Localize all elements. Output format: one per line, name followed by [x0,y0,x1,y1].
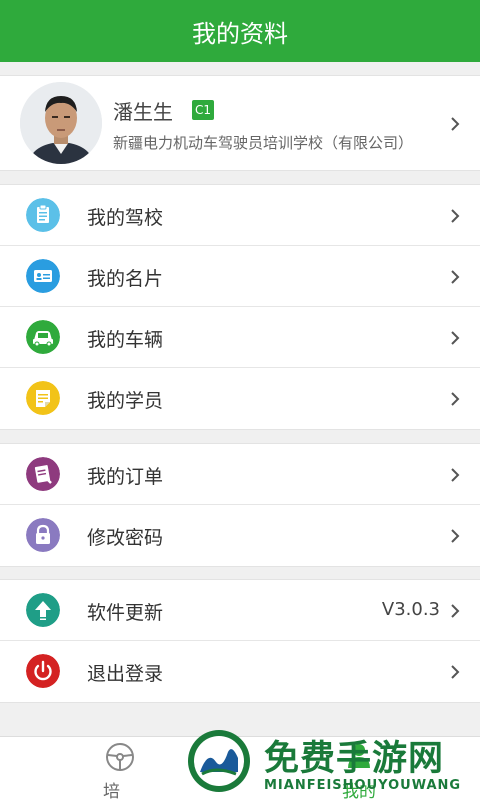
menu-item-label: 我的车辆 [87,329,164,351]
steering-wheel-icon [106,743,134,771]
menu-item-change-password[interactable]: 修改密码 [0,505,480,566]
menu-item-label: 我的订单 [87,466,164,488]
school-name: 新疆电力机动车驾驶员培训学校（有限公司） [113,134,414,152]
id-card-icon [26,259,60,293]
upload-icon [26,593,60,627]
chevron-right-icon [451,209,460,223]
app-header: 我的资料 [0,0,480,62]
chevron-right-icon [451,604,460,618]
power-icon [26,654,60,688]
user-name: 潘生生 [113,100,173,124]
app-version: V3.0.3 [381,599,440,620]
menu-item-label: 我的驾校 [87,207,164,229]
menu-item-label: 修改密码 [87,527,164,549]
watermark-title: 免费手游网 [264,738,445,779]
note-icon [26,381,60,415]
chevron-right-icon [451,270,460,284]
menu-item-my-orders[interactable]: 我的订单 [0,444,480,505]
menu-item-label: 我的名片 [87,268,164,290]
menu-item-label: 我的学员 [87,390,164,412]
chevron-right-icon [451,392,460,406]
chevron-right-icon [451,331,460,345]
menu-item-my-card[interactable]: 我的名片 [0,246,480,307]
profile-card[interactable]: 潘生生 C1 新疆电力机动车驾驶员培训学校（有限公司） [0,75,480,171]
menu-item-my-students[interactable]: 我的学员 [0,368,480,429]
chevron-right-icon [451,117,460,131]
license-badge: C1 [192,100,214,120]
menu-group-1: 我的驾校 我的名片 我的车辆 我的学员 [0,184,480,430]
menu-item-my-school[interactable]: 我的驾校 [0,185,480,246]
page-title: 我的资料 [192,19,288,48]
menu-group-2: 我的订单 修改密码 [0,443,480,567]
menu-item-logout[interactable]: 退出登录 [0,641,480,702]
car-icon [26,320,60,354]
chevron-right-icon [451,665,460,679]
watermark: 免费手游网 MIANFEISHOUYOUWANG [186,726,480,800]
clipboard-icon [26,198,60,232]
menu-group-3: 软件更新 V3.0.3 退出登录 [0,579,480,703]
tab-label: 培训 [103,782,120,800]
tab-training[interactable]: 培训 [0,737,134,800]
menu-item-software-update[interactable]: 软件更新 V3.0.3 [0,580,480,641]
chevron-right-icon [451,468,460,482]
order-icon [26,457,60,491]
avatar [20,82,102,164]
chevron-right-icon [451,529,460,543]
menu-item-my-vehicle[interactable]: 我的车辆 [0,307,480,368]
lock-icon [26,518,60,552]
watermark-subtitle: MIANFEISHOUYOUWANG [264,778,462,793]
menu-item-label: 软件更新 [87,602,164,624]
menu-item-label: 退出登录 [87,663,164,685]
watermark-logo-icon [188,730,250,792]
